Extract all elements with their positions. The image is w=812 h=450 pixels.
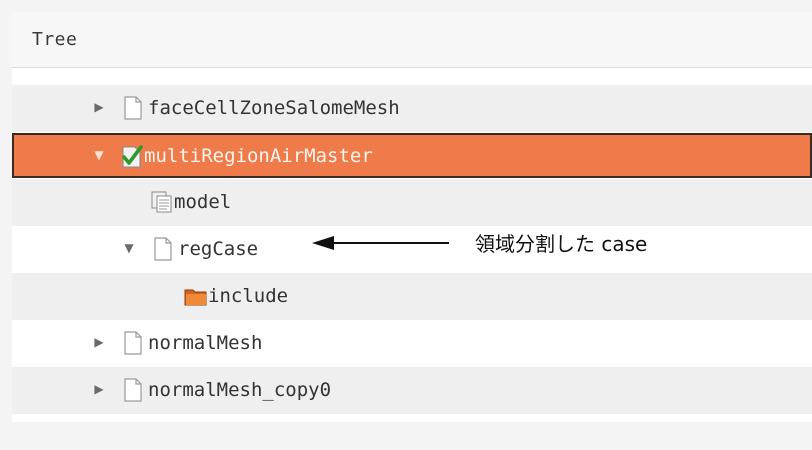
tree-row-label: multiRegionAirMaster (144, 145, 373, 167)
tree-row-label: regCase (178, 238, 259, 260)
tree-rows: ▶ faceCellZoneSalomeMesh ▼ multiRegionAi… (12, 85, 812, 414)
expand-arrow-icon[interactable]: ▶ (92, 100, 106, 114)
tree-row-normalMesh_copy0[interactable]: ▶ normalMesh_copy0 (12, 367, 812, 414)
file-icon (152, 237, 174, 261)
tree-header: Tree (12, 12, 812, 68)
file-icon (122, 378, 144, 402)
tree-row-label: normalMesh (148, 332, 263, 354)
folder-icon (184, 284, 207, 308)
model-doc-icon (150, 190, 172, 214)
tree-row-model[interactable]: model (12, 179, 812, 226)
expand-arrow-icon[interactable]: ▼ (92, 148, 106, 162)
tree-row-label: normalMesh_copy0 (148, 379, 332, 401)
tree-row-normalMesh[interactable]: ▶ normalMesh (12, 320, 812, 367)
tree-row-label: model (174, 191, 232, 213)
tree-panel: Tree ▶ faceCellZoneSalomeMesh ▼ multiReg… (12, 12, 812, 422)
tree-row-label: include (208, 285, 289, 307)
annotation-text: 領域分割した case (475, 232, 648, 256)
tree-row-label: faceCellZoneSalomeMesh (148, 97, 400, 119)
tree-title: Tree (32, 29, 78, 50)
tree-row-include[interactable]: include (12, 273, 812, 320)
tree-row-regCase[interactable]: ▼ regCase (12, 226, 812, 273)
file-icon (122, 331, 144, 355)
tree-row-multiRegionAirMaster[interactable]: ▼ multiRegionAirMaster (12, 133, 812, 178)
expand-arrow-icon[interactable]: ▼ (122, 241, 136, 255)
checked-file-icon (120, 144, 143, 168)
file-icon (122, 96, 144, 120)
expand-arrow-icon[interactable]: ▶ (92, 335, 106, 349)
expand-arrow-icon[interactable]: ▶ (92, 382, 106, 396)
annotation-arrow-line (327, 242, 449, 244)
tree-row-faceCellZoneSalomeMesh[interactable]: ▶ faceCellZoneSalomeMesh (12, 85, 812, 132)
